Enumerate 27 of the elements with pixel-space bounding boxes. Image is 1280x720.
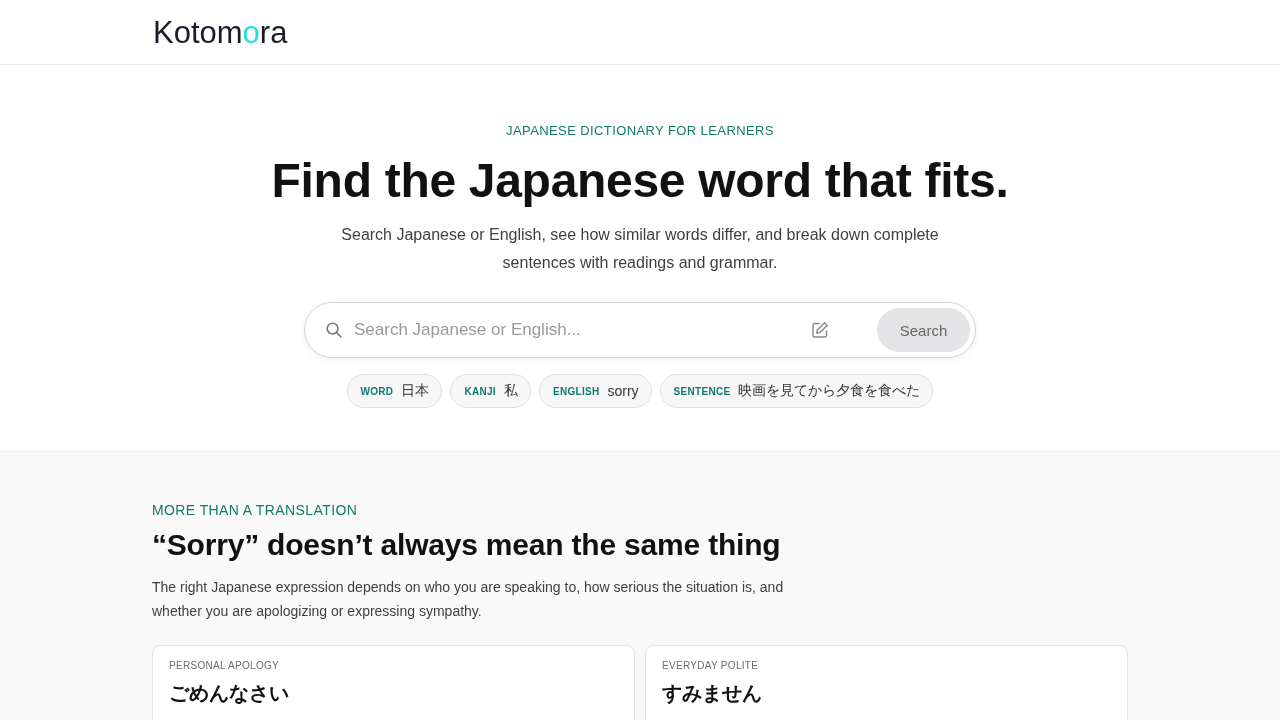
search-icon	[326, 322, 342, 338]
section-title: “Sorry” doesn’t always mean the same thing	[152, 527, 782, 563]
card-label: EVERYDAY POLITE	[662, 660, 760, 672]
chip-label: ENGLISH	[552, 385, 600, 397]
example-chip[interactable]: SENTENCE 映画を見てから夕食を食べた	[659, 374, 934, 408]
card-label: PERSONAL APOLOGY	[169, 660, 281, 672]
pencil-square-icon[interactable]	[811, 321, 829, 339]
chip-text: sorry	[607, 383, 639, 399]
example-chip[interactable]: KANJI 私	[450, 374, 531, 408]
search-field[interactable]: Search Japanese or English... Search	[304, 302, 976, 358]
example-chip[interactable]: ENGLISH sorry	[538, 374, 652, 408]
example-chip[interactable]: WORD 日本	[346, 374, 443, 408]
chip-text: 映画を見てから夕食を食べた	[738, 382, 921, 400]
chip-text: 日本	[401, 382, 430, 400]
card-title: ごめんなさい	[169, 681, 290, 706]
search-button[interactable]: Search	[877, 308, 970, 352]
logo[interactable]: Kotomora	[153, 16, 288, 48]
chip-label: SENTENCE	[673, 385, 731, 397]
chip-label: WORD	[360, 385, 394, 397]
chip-label: KANJI	[464, 385, 496, 397]
card-title: すみません	[662, 681, 763, 706]
hero-title: Find the Japanese word that fits.	[271, 153, 1009, 209]
section-eyebrow: MORE THAN A TRANSLATION	[152, 501, 359, 519]
section-description: The right Japanese expression depends on who you are speaking to, how serious the situation is, and whether you are apologizing or expressing sympathy.	[152, 578, 785, 621]
hero-eyebrow: JAPANESE DICTIONARY FOR LEARNERS	[506, 123, 774, 139]
hero-subtitle: Search Japanese or English, see how similar words differ, and break down complete sentences with readings and grammar.	[340, 225, 940, 273]
chip-text: 私	[503, 382, 518, 400]
